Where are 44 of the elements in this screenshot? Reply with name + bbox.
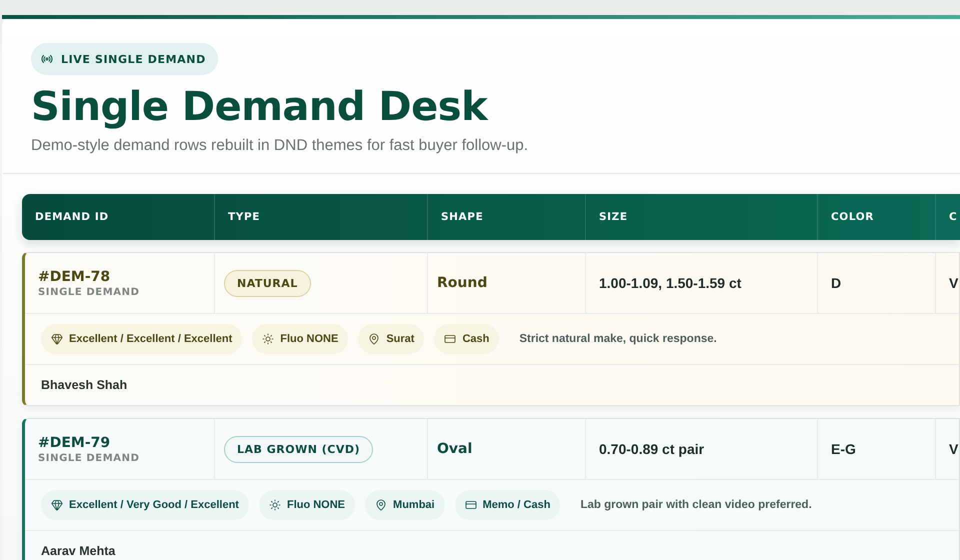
size-text: 1.00-1.09, 1.50-1.59 ct (599, 275, 742, 291)
shape-text: Round (437, 275, 488, 291)
card-icon (464, 499, 477, 511)
spec-chip: Fluo NONE (252, 324, 348, 354)
spec-chip: Cash (434, 324, 500, 354)
color-text: D (831, 275, 842, 291)
card-icon (444, 333, 456, 345)
demand-id: #DEM-78 (38, 268, 112, 284)
column-header: SIZE (585, 194, 817, 240)
column-header: COLOR (817, 194, 935, 240)
buyer-name: Aarav Mehta (41, 544, 116, 558)
column-header: TYPE (214, 194, 427, 240)
spec-chip: Mumbai (365, 490, 445, 520)
location-pin-icon (375, 499, 388, 511)
demand-note: Lab grown pair with clean video preferred. (579, 499, 813, 511)
page-subtitle: Demo-style demand rows rebuilt in DND themes for fast buyer follow-up. (31, 137, 530, 155)
live-badge: LIVE SINGLE DEMAND (31, 43, 218, 75)
table-cell: V (949, 441, 959, 457)
type-tag: LAB GROWN (CVD) (224, 436, 374, 462)
sun-icon (262, 333, 274, 345)
spec-chip: Fluo NONE (258, 490, 356, 520)
type-tag: NATURAL (224, 270, 311, 296)
diamond-icon (51, 333, 63, 345)
spec-chip: Memo / Cash (454, 490, 560, 520)
color-text: E-G (831, 441, 857, 457)
column-header: DEMAND ID (34, 210, 110, 225)
column-header: SHAPE (427, 194, 585, 240)
spec-chip: Excellent / Very Good / Excellent (41, 490, 249, 520)
table-cell: V (949, 275, 959, 291)
spec-chip: Excellent / Excellent / Excellent (41, 324, 242, 354)
demand-label: SINGLE DEMAND (38, 452, 140, 464)
size-text: 0.70-0.89 ct pair (599, 441, 706, 457)
column-header: C (935, 194, 960, 240)
diamond-icon (51, 499, 63, 511)
page-title: Single Demand Desk (31, 83, 490, 131)
shape-text: Oval (437, 441, 474, 457)
broadcast-icon (41, 53, 53, 65)
spec-chip: Surat (358, 324, 424, 354)
buyer-name: Bhavesh Shah (41, 378, 128, 392)
demand-id: #DEM-79 (38, 434, 112, 450)
sun-icon (268, 499, 281, 511)
demand-note: Strict natural make, quick response. (518, 333, 718, 345)
location-pin-icon (368, 333, 380, 345)
demand-label: SINGLE DEMAND (38, 286, 140, 298)
